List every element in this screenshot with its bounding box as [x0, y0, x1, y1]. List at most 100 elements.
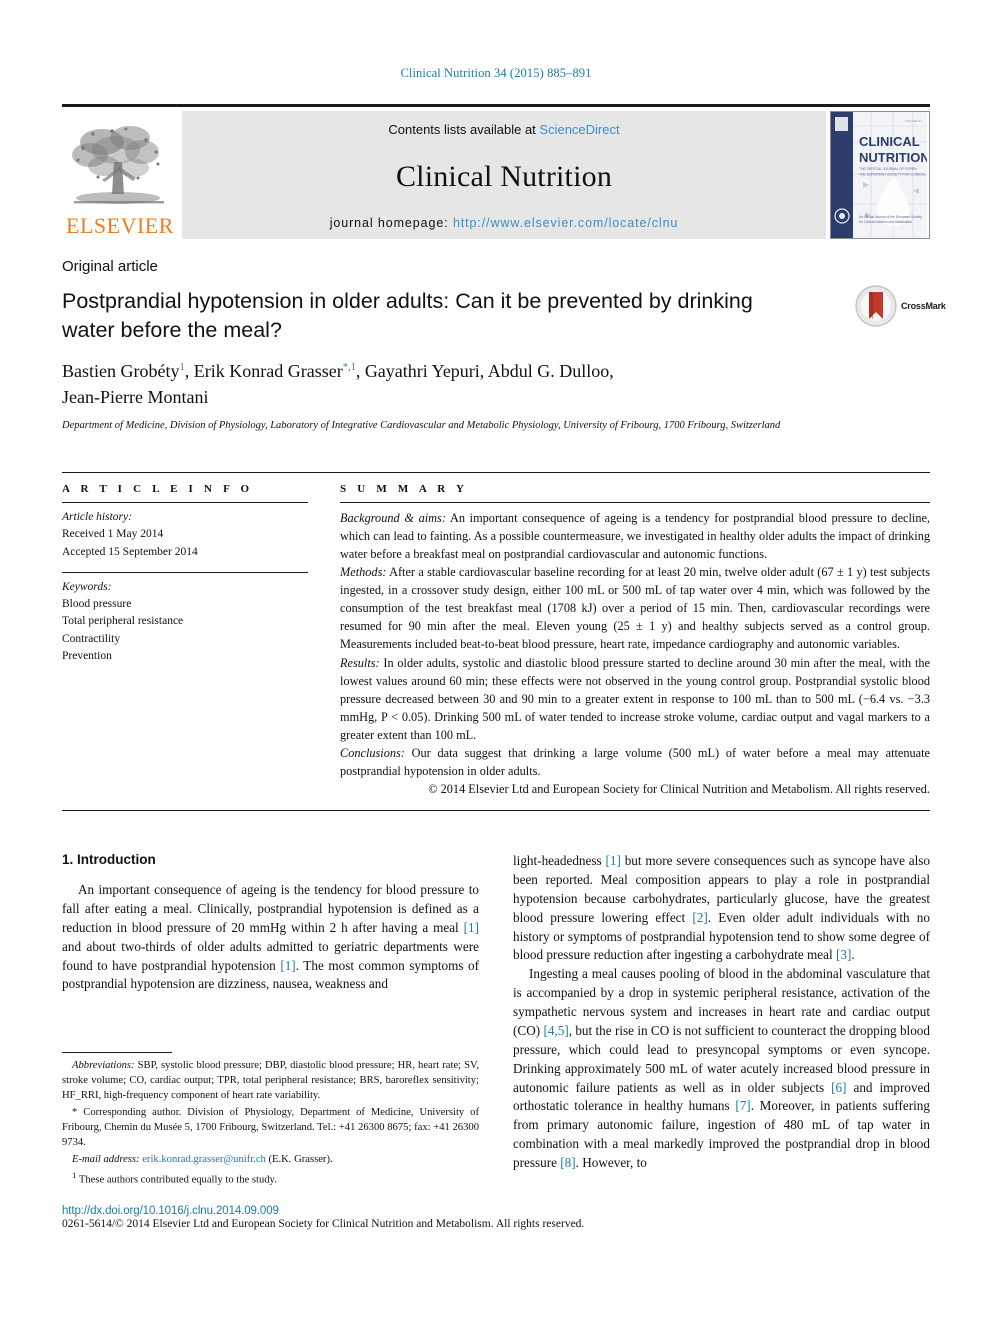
equal-marker: 1	[72, 1170, 77, 1181]
svg-text:NUTRITION: NUTRITION	[859, 150, 927, 165]
summary-column: S U M M A R Y Background & aims: An impo…	[328, 483, 930, 798]
citation-ref-7[interactable]: [7]	[735, 1098, 750, 1113]
right-column: light-headedness [1] but more severe con…	[513, 852, 930, 1252]
footer-copyright: 0261-5614/© 2014 Elsevier Ltd and Europe…	[62, 1218, 585, 1230]
author-1: Bastien Grobéty	[62, 361, 180, 381]
right-text-1: light-headedness	[513, 853, 606, 868]
journal-cover-thumbnail[interactable]: CLINICAL NUTRITION THE OFFICIAL JOURNAL …	[830, 111, 930, 239]
keyword-item: Total peripheral resistance	[62, 615, 184, 628]
footnote-abbreviations: Abbreviations: SBP, systolic blood press…	[62, 1058, 479, 1103]
keywords-label: Keywords:	[62, 580, 112, 593]
citation-ref-1[interactable]: [1]	[280, 958, 295, 973]
footnotes-block: Abbreviations: SBP, systolic blood press…	[62, 1052, 479, 1190]
article-info-summary-band: A R T I C L E I N F O Article history: R…	[62, 472, 930, 811]
intro-text-1: An important consequence of ageing is th…	[62, 882, 479, 935]
summary-methods-label: Methods:	[340, 565, 387, 580]
summary-body: Background & aims: An important conseque…	[340, 509, 930, 798]
journal-title: Clinical Nutrition	[395, 159, 613, 193]
homepage-url-link[interactable]: http://www.elsevier.com/locate/clnu	[453, 216, 678, 230]
svg-text:An Official Journal of the Eur: An Official Journal of the European Soci…	[859, 215, 922, 219]
svg-text:THE OFFICIAL JOURNAL OF ESPEN: THE OFFICIAL JOURNAL OF ESPEN	[859, 167, 917, 171]
section-heading-introduction: 1. Introduction	[62, 852, 156, 867]
email-label: E-mail address:	[72, 1154, 140, 1166]
citation-ref-1[interactable]: [1]	[464, 920, 479, 935]
cover-artwork: CLINICAL NUTRITION THE OFFICIAL JOURNAL …	[831, 112, 929, 238]
contents-list-line: Contents lists available at ScienceDirec…	[388, 122, 619, 137]
summary-conclusions-text: Our data suggest that drinking a large v…	[340, 745, 930, 778]
citation-ref-4-5[interactable]: [4,5]	[543, 1023, 568, 1038]
article-info-heading: A R T I C L E I N F O	[62, 483, 254, 495]
equal-text: These authors contributed equally to the…	[78, 1174, 277, 1186]
svg-text:CLINICAL: CLINICAL	[859, 134, 920, 149]
received-date: Received 1 May 2014	[62, 528, 164, 541]
article-history: Article history: Received 1 May 2014 Acc…	[62, 509, 308, 561]
page-title: Postprandial hypotension in older adults…	[62, 289, 753, 343]
right-text-9: . However, to	[575, 1155, 647, 1170]
intro-paragraph-left: An important consequence of ageing is th…	[62, 881, 479, 994]
keyword-item: Blood pressure	[62, 598, 132, 610]
article-history-label: Article history:	[62, 511, 132, 523]
summary-heading: S U M M A R Y	[340, 483, 469, 495]
intro-paragraph-right-2: Ingesting a meal causes pooling of blood…	[513, 965, 930, 1173]
citation-ref-3[interactable]: [3]	[836, 947, 851, 962]
article-info-rule-top	[62, 502, 308, 503]
elsevier-tree-icon	[72, 126, 164, 204]
author-rest: , Gayathri Yepuri, Abdul G. Dulloo,	[355, 361, 614, 381]
footnote-divider	[62, 1052, 172, 1053]
crossmark-label: CrossMark	[901, 301, 946, 311]
elsevier-wordmark: ELSEVIER	[66, 213, 174, 238]
article-info-column: A R T I C L E I N F O Article history: R…	[62, 483, 328, 798]
crossmark-icon	[855, 285, 897, 327]
running-head: Clinical Nutrition 34 (2015) 885–891	[400, 66, 592, 80]
email-link[interactable]: erik.konrad.grasser@unifr.ch	[142, 1154, 266, 1165]
sciencedirect-link[interactable]: ScienceDirect	[539, 122, 619, 137]
summary-conclusions-label: Conclusions:	[340, 745, 405, 760]
page-footer: http://dx.doi.org/10.1016/j.clnu.2014.09…	[62, 1205, 930, 1230]
summary-methods: Methods: After a stable cardiovascular b…	[340, 563, 930, 653]
paper-page: Clinical Nutrition 34 (2015) 885–891 ELS…	[0, 0, 992, 1323]
summary-rule-top	[340, 502, 930, 503]
summary-conclusions: Conclusions: Our data suggest that drink…	[340, 744, 930, 780]
citation-ref-1[interactable]: [1]	[605, 853, 620, 868]
citation-ref-6[interactable]: [6]	[831, 1080, 846, 1095]
citation-ref-8[interactable]: [8]	[560, 1155, 575, 1170]
keyword-item: Contractility	[62, 632, 121, 645]
summary-background-label: Background & aims:	[340, 511, 446, 525]
homepage-label: journal homepage:	[329, 216, 449, 230]
footnote-email: E-mail address: erik.konrad.grasser@unif…	[62, 1152, 479, 1167]
keyword-item: Prevention	[62, 649, 112, 662]
svg-text:THE EUROPEAN SOCIETY FOR CLINI: THE EUROPEAN SOCIETY FOR CLINICAL NUTRIT…	[859, 173, 927, 177]
svg-text:VOLUME 34: VOLUME 34	[905, 119, 922, 123]
summary-background: Background & aims: An important conseque…	[340, 509, 930, 563]
summary-copyright: © 2014 Elsevier Ltd and European Society…	[428, 781, 930, 796]
contents-prefix: Contents lists available at	[388, 122, 540, 137]
abbreviations-label: Abbreviations:	[72, 1060, 135, 1071]
citation-ref-2[interactable]: [2]	[692, 910, 707, 925]
corresponding-text: Corresponding author. Division of Physio…	[62, 1107, 479, 1149]
intro-paragraph-right-1: light-headedness [1] but more severe con…	[513, 852, 930, 965]
crossmark-badge[interactable]: CrossMark	[855, 283, 947, 329]
summary-methods-text: After a stable cardiovascular baseline r…	[340, 565, 930, 652]
author-last: Jean-Pierre Montani	[62, 387, 209, 408]
email-owner: (E.K. Grasser).	[265, 1154, 333, 1166]
keywords-block: Keywords: Blood pressure Total periphera…	[62, 579, 308, 665]
journal-homepage-line: journal homepage: http://www.elsevier.co…	[330, 216, 679, 230]
doi-link[interactable]: http://dx.doi.org/10.1016/j.clnu.2014.09…	[62, 1205, 930, 1217]
masthead-center-panel: Contents lists available at ScienceDirec…	[182, 111, 826, 239]
article-type-label: Original article	[62, 258, 158, 275]
article-info-rule-mid	[62, 571, 308, 573]
summary-results: Results: In older adults, systolic and d…	[340, 654, 930, 744]
footnote-corresponding-author: * Corresponding author. Division of Phys…	[62, 1105, 479, 1150]
footnote-equal-contribution: 1 These authors contributed equally to t…	[62, 1169, 479, 1188]
author-2-footnote: *,1	[342, 362, 356, 373]
elsevier-logo: ELSEVIER	[62, 111, 178, 239]
journal-masthead: ELSEVIER Contents lists available at Sci…	[62, 104, 930, 239]
accepted-date: Accepted 15 September 2014	[62, 545, 198, 558]
right-text-4: .	[851, 947, 855, 963]
summary-results-text: In older adults, systolic and diastolic …	[340, 655, 930, 742]
author-list: Bastien Grobéty1, Erik Konrad Grasser*,1…	[62, 358, 822, 410]
svg-text:for Clinical Nutrition and Met: for Clinical Nutrition and Metabolism	[859, 220, 912, 224]
summary-results-label: Results:	[340, 655, 380, 670]
affiliation: Department of Medicine, Division of Phys…	[62, 420, 781, 431]
author-separator-1: , Erik Konrad Grasser	[184, 361, 343, 381]
